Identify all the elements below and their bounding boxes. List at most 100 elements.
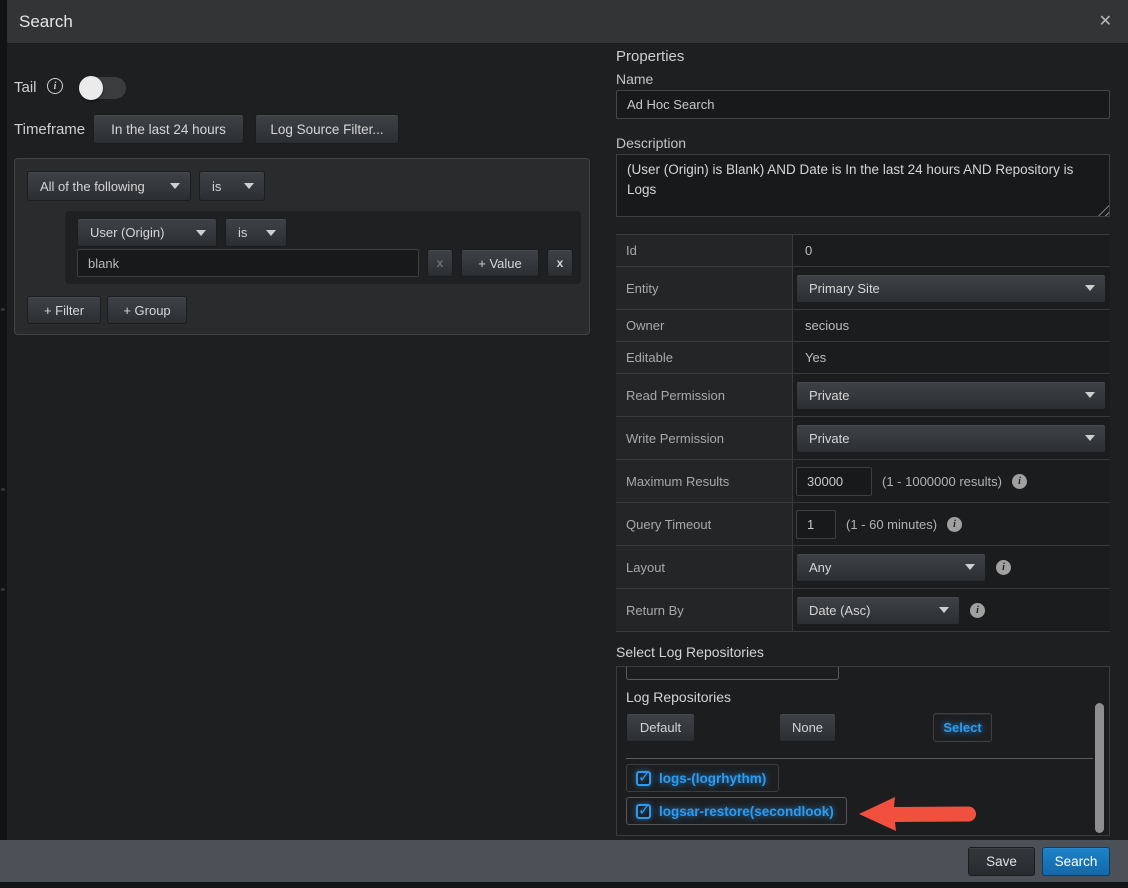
chevron-down-icon — [1085, 285, 1095, 291]
red-arrow-annotation — [854, 793, 986, 833]
layout-dropdown[interactable]: Any — [796, 553, 986, 582]
owner-value: secious — [805, 318, 849, 333]
info-icon[interactable]: i — [1012, 474, 1027, 489]
write-permission-value: Private — [809, 431, 1075, 446]
field-condition-dropdown[interactable]: is — [225, 218, 287, 247]
tail-label: Tail — [14, 79, 37, 96]
field-condition-value: is — [238, 225, 256, 240]
search-button[interactable]: Search — [1042, 847, 1110, 876]
table-row-maximum-results: Maximum Results 30000 (1 - 1000000 resul… — [616, 460, 1110, 503]
table-row-id: Id 0 — [616, 235, 1110, 267]
entity-dropdown[interactable]: Primary Site — [796, 274, 1106, 303]
group-operator-row: All of the following is — [27, 171, 265, 201]
entity-value: Primary Site — [809, 281, 1075, 296]
chevron-down-icon — [939, 607, 949, 613]
select-button[interactable]: Select — [933, 713, 992, 742]
description-label: Description — [616, 135, 686, 151]
timeframe-label: Timeframe — [14, 121, 85, 138]
chevron-down-icon — [244, 183, 254, 189]
chevron-down-icon — [965, 564, 975, 570]
table-row-entity: Entity Primary Site — [616, 267, 1110, 310]
remove-filter-button[interactable]: x — [547, 249, 573, 277]
dialog-titlebar: Search ✕ — [7, 0, 1128, 44]
query-timeout-input[interactable]: 1 — [796, 510, 836, 539]
save-button[interactable]: Save — [968, 847, 1035, 876]
return-by-value: Date (Asc) — [809, 603, 929, 618]
repo-item-logsar-restore-secondlook[interactable]: ✓ logsar-restore(secondlook) — [626, 797, 847, 825]
add-buttons-row: + Filter + Group — [27, 296, 187, 324]
row-label: Query Timeout — [616, 503, 793, 545]
dialog-footer: Save Search — [0, 840, 1128, 882]
filter-value-input[interactable]: blank — [77, 249, 419, 277]
info-icon[interactable]: i — [947, 517, 962, 532]
table-row-read-permission: Read Permission Private — [616, 374, 1110, 417]
table-row-layout: Layout Any i — [616, 546, 1110, 589]
table-row-query-timeout: Query Timeout 1 (1 - 60 minutes) i — [616, 503, 1110, 546]
info-icon[interactable]: i — [996, 560, 1011, 575]
background-fragment — [1, 488, 5, 491]
write-permission-dropdown[interactable]: Private — [796, 424, 1106, 453]
info-icon[interactable]: i — [970, 603, 985, 618]
checkbox-checked-icon[interactable]: ✓ — [636, 771, 651, 786]
chevron-down-icon — [196, 230, 206, 236]
table-row-return-by: Return By Date (Asc) i — [616, 589, 1110, 632]
group-condition-dropdown[interactable]: is — [199, 171, 265, 201]
toggle-knob — [79, 76, 103, 100]
layout-value: Any — [809, 560, 955, 575]
tail-toggle[interactable] — [80, 77, 126, 99]
dialog-title: Search — [19, 12, 73, 32]
scrolled-cutoff-element — [626, 666, 839, 680]
row-label: Read Permission — [616, 374, 793, 416]
description-textarea[interactable]: (User (Origin) is Blank) AND Date is In … — [616, 154, 1110, 217]
maximum-results-input[interactable]: 30000 — [796, 467, 872, 496]
chevron-down-icon — [1085, 392, 1095, 398]
read-permission-dropdown[interactable]: Private — [796, 381, 1106, 410]
search-dialog: Search ✕ Tail i Timeframe In the last 24… — [0, 0, 1128, 888]
dialog-body: Tail i Timeframe In the last 24 hours Lo… — [7, 44, 1128, 840]
name-input[interactable]: Ad Hoc Search — [616, 90, 1110, 119]
scrollbar-thumb[interactable] — [1095, 703, 1104, 833]
value-row: blank x + Value x — [77, 249, 573, 277]
row-label: Write Permission — [616, 417, 793, 459]
log-repositories-label: Log Repositories — [626, 689, 731, 705]
log-source-filter-button[interactable]: Log Source Filter... — [255, 114, 399, 144]
row-label: Entity — [616, 267, 793, 309]
default-button[interactable]: Default — [626, 713, 695, 742]
group-operator-dropdown[interactable]: All of the following — [27, 171, 191, 201]
properties-heading: Properties — [616, 48, 684, 65]
background-bottom-strip — [0, 882, 1128, 888]
chevron-down-icon — [1085, 435, 1095, 441]
add-filter-button[interactable]: + Filter — [27, 296, 101, 324]
filter-condition-group: User (Origin) is blank x + Value x — [65, 211, 581, 284]
id-value: 0 — [805, 243, 812, 258]
chevron-down-icon — [266, 230, 276, 236]
divider — [626, 758, 1093, 759]
background-fragment — [1, 308, 5, 311]
query-timeout-hint: (1 - 60 minutes) — [846, 517, 937, 532]
name-label: Name — [616, 71, 653, 87]
none-button[interactable]: None — [779, 713, 836, 742]
field-row: User (Origin) is — [77, 218, 287, 247]
remove-value-button[interactable]: x — [427, 249, 453, 277]
maximum-results-hint: (1 - 1000000 results) — [882, 474, 1002, 489]
log-repositories-panel: Log Repositories Default None Select ✓ l… — [616, 666, 1110, 836]
checkbox-checked-icon[interactable]: ✓ — [636, 804, 651, 819]
properties-panel: Properties Name Ad Hoc Search Descriptio… — [616, 44, 1110, 840]
timeframe-button[interactable]: In the last 24 hours — [93, 114, 244, 144]
add-value-button[interactable]: + Value — [461, 249, 539, 277]
add-group-button[interactable]: + Group — [107, 296, 187, 324]
row-label: Owner — [616, 310, 793, 341]
close-icon[interactable]: ✕ — [1099, 14, 1112, 30]
field-dropdown[interactable]: User (Origin) — [77, 218, 217, 247]
row-label: Id — [616, 235, 793, 266]
properties-table: Id 0 Entity Primary Site Owner secious — [616, 234, 1110, 632]
repo-item-logs-logrhythm[interactable]: ✓ logs-(logrhythm) — [626, 764, 779, 792]
row-label: Editable — [616, 342, 793, 373]
row-label: Return By — [616, 589, 793, 631]
group-operator-value: All of the following — [40, 179, 160, 194]
row-label: Maximum Results — [616, 460, 793, 502]
return-by-dropdown[interactable]: Date (Asc) — [796, 596, 960, 625]
tail-info-icon[interactable]: i — [47, 78, 63, 94]
filter-group: All of the following is User (Origin) is — [14, 158, 590, 335]
table-row-write-permission: Write Permission Private — [616, 417, 1110, 460]
